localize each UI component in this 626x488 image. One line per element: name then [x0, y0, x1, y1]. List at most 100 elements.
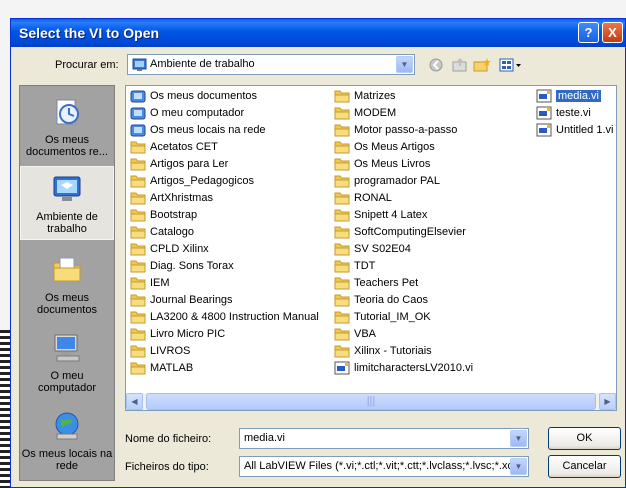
folder-item[interactable]: Os Meus Artigos	[334, 139, 473, 156]
up-folder-icon[interactable]	[451, 57, 469, 75]
file-name: Artigos para Ler	[150, 158, 229, 170]
folder-item[interactable]: LA3200 & 4800 Instruction Manual	[130, 309, 319, 326]
file-name: limitcharactersLV2010.vi	[354, 362, 474, 374]
chevron-down-icon[interactable]: ▼	[510, 458, 527, 475]
folder-item[interactable]: Bootstrap	[130, 207, 319, 224]
title-bar[interactable]: Select the VI to Open ? X	[11, 19, 625, 47]
folder-item[interactable]: ArtXhristmas	[130, 190, 319, 207]
file-name: VBA	[354, 328, 377, 340]
file-column-2: Matrizes MODEM Motor passo-a-passo Os Meus …	[334, 88, 473, 377]
place-recent-documents[interactable]: Os meus documentos re...	[20, 90, 114, 160]
ok-button[interactable]: OK	[548, 427, 621, 450]
scrollbar-thumb[interactable]: |||	[146, 393, 596, 410]
file-list[interactable]: Os meus documentos O meu computador Os meu…	[125, 85, 617, 411]
folder-icon	[334, 311, 350, 324]
folder-item[interactable]: SV S02E04	[334, 241, 473, 258]
folder-item[interactable]: RONAL	[334, 190, 473, 207]
folder-item[interactable]: MODEM	[334, 105, 473, 122]
file-name: Catalogo	[150, 226, 195, 238]
vi-file-item[interactable]: teste.vi	[536, 105, 613, 122]
folder-icon	[130, 158, 146, 171]
lookin-dropdown[interactable]: Ambiente de trabalho ▼	[127, 54, 415, 75]
place-network[interactable]: Os meus locais na rede	[20, 404, 114, 476]
folder-item[interactable]: Diag. Sons Torax	[130, 258, 319, 275]
filetype-dropdown[interactable]: All LabVIEW Files (*.vi;*.ctl;*.vit;*.ct…	[239, 456, 529, 477]
folder-item[interactable]: Os Meus Livros	[334, 156, 473, 173]
folder-icon	[334, 226, 350, 239]
folder-icon	[130, 209, 146, 222]
file-column-1: Os meus documentos O meu computador Os meu…	[130, 88, 319, 377]
folder-item[interactable]: IEM	[130, 275, 319, 292]
system-folder-icon	[130, 107, 146, 120]
scroll-right-icon[interactable]: ▶	[599, 393, 616, 410]
place-my-documents[interactable]: Os meus documentos	[20, 248, 114, 318]
folder-icon	[334, 209, 350, 222]
folder-item[interactable]: CPLD Xilinx	[130, 241, 319, 258]
view-menu-icon[interactable]	[499, 57, 525, 75]
folder-icon	[334, 107, 350, 120]
file-name: Journal Bearings	[150, 294, 233, 306]
folder-icon	[334, 124, 350, 137]
file-name: Os Meus Livros	[354, 158, 431, 170]
filename-input[interactable]: media.vi ▼	[239, 428, 529, 449]
folder-icon	[334, 175, 350, 188]
folder-item[interactable]: VBA	[334, 326, 473, 343]
folder-item[interactable]: Motor passo-a-passo	[334, 122, 473, 139]
file-name: Motor passo-a-passo	[354, 124, 458, 136]
folder-item[interactable]: Livro Micro PIC	[130, 326, 319, 343]
back-icon[interactable]	[427, 57, 445, 75]
chevron-down-icon[interactable]: ▼	[510, 430, 527, 447]
folder-icon	[334, 260, 350, 273]
file-name: ArtXhristmas	[150, 192, 213, 204]
chevron-down-icon[interactable]: ▼	[396, 56, 413, 73]
folder-item[interactable]: Snipett 4 Latex	[334, 207, 473, 224]
folder-item[interactable]: LIVROS	[130, 343, 319, 360]
file-name: programador PAL	[354, 175, 441, 187]
help-button[interactable]: ?	[578, 22, 599, 43]
folder-item[interactable]: Teachers Pet	[334, 275, 473, 292]
vi-file-item[interactable]: limitcharactersLV2010.vi	[334, 360, 473, 377]
cancel-button[interactable]: Cancelar	[548, 455, 621, 478]
folder-item[interactable]: Teoria do Caos	[334, 292, 473, 309]
places-bar: Os meus documentos re... Ambiente de tra…	[19, 85, 115, 481]
folder-item[interactable]: Tutorial_IM_OK	[334, 309, 473, 326]
vi-file-item[interactable]: media.vi	[536, 88, 613, 105]
place-my-computer[interactable]: O meu computador	[20, 326, 114, 398]
file-name: Teachers Pet	[354, 277, 419, 289]
folder-item[interactable]: Acetatos CET	[130, 139, 319, 156]
folder-item[interactable]: O meu computador	[130, 105, 319, 122]
folder-icon	[334, 243, 350, 256]
file-name: Untitled 1.vi	[556, 124, 614, 136]
new-folder-icon[interactable]	[473, 57, 491, 75]
folder-item[interactable]: Artigos_Pedagogicos	[130, 173, 319, 190]
folder-item[interactable]: SoftComputingElsevier	[334, 224, 473, 241]
folder-item[interactable]: Catalogo	[130, 224, 319, 241]
folder-icon	[334, 328, 350, 341]
folder-item[interactable]: TDT	[334, 258, 473, 275]
folder-item[interactable]: Os meus locais na rede	[130, 122, 319, 139]
folder-icon	[334, 277, 350, 290]
scroll-left-icon[interactable]: ◀	[126, 393, 143, 410]
folder-item[interactable]: Xilinx - Tutoriais	[334, 343, 473, 360]
folder-icon	[334, 90, 350, 103]
place-desktop[interactable]: Ambiente de trabalho	[20, 166, 114, 240]
file-name: SV S02E04	[354, 243, 411, 255]
file-name: LIVROS	[150, 345, 191, 357]
place-label: Os meus documentos	[37, 292, 97, 316]
folder-item[interactable]: Journal Bearings	[130, 292, 319, 309]
file-name: Os meus locais na rede	[150, 124, 266, 136]
folder-item[interactable]: Matrizes	[334, 88, 473, 105]
folder-item[interactable]: Artigos para Ler	[130, 156, 319, 173]
folder-item[interactable]: MATLAB	[130, 360, 319, 377]
close-button[interactable]: X	[602, 22, 623, 43]
folder-item[interactable]: programador PAL	[334, 173, 473, 190]
horizontal-scrollbar[interactable]: ◀ ||| ▶	[126, 393, 616, 410]
folder-icon	[334, 345, 350, 358]
folder-item[interactable]: Os meus documentos	[130, 88, 319, 105]
folder-icon	[130, 141, 146, 154]
file-name: SoftComputingElsevier	[354, 226, 466, 238]
vi-file-item[interactable]: Untitled 1.vi	[536, 122, 613, 139]
place-label: Os meus locais na rede	[21, 448, 113, 472]
my-documents-icon	[53, 257, 81, 282]
file-name: IEM	[150, 277, 170, 289]
